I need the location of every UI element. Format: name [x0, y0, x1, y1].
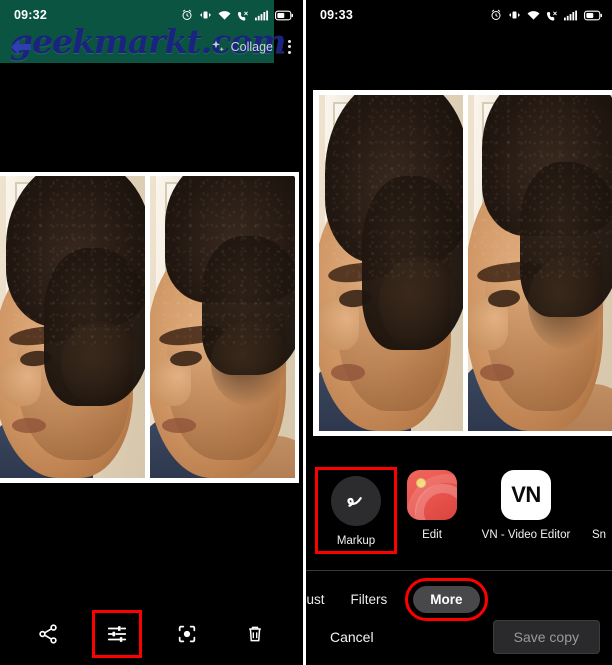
share-icon[interactable]: [28, 617, 68, 651]
screenshot-root: 09:32 Collage geekmarkt.com 09:33 Markup…: [0, 0, 612, 665]
collage-button[interactable]: Collage: [210, 39, 273, 55]
delete-icon[interactable]: [235, 617, 275, 651]
vibrate-icon: [200, 11, 211, 19]
left-bottom-toolbar: [0, 603, 303, 665]
google-lens-glyph: [178, 625, 195, 643]
battery-icon: [275, 10, 293, 20]
markup-glyph: [347, 497, 362, 507]
editor-action-row: Cancel Save copy: [306, 617, 612, 657]
app-label: Sn: [591, 529, 607, 541]
share-sheet-divider: [306, 570, 612, 571]
wifi-icon: [527, 10, 540, 20]
mode-more[interactable]: More: [405, 577, 488, 621]
share-sheet-app-row: Markup Edit VN VN - Video Editor Sn: [306, 467, 612, 564]
vn-app-icon: VN: [501, 470, 551, 520]
collage-grid: [0, 176, 295, 478]
app-label: VN - Video Editor: [481, 529, 571, 541]
editor-mode-row: djust Filters More: [306, 577, 612, 621]
mode-adjust[interactable]: djust: [306, 592, 325, 607]
share-app-partial[interactable]: Sn: [582, 470, 612, 541]
mute-call-icon: [237, 11, 248, 21]
battery-icon: [584, 10, 602, 20]
app-bar-right-group: Collage: [210, 39, 297, 55]
status-icon-group: [181, 9, 293, 21]
edit-icon[interactable]: [92, 610, 143, 658]
mute-call-icon: [546, 11, 557, 21]
share-app-markup[interactable]: Markup: [315, 467, 397, 554]
right-phone-panel: 09:33 Markup Edit VN VN - Video Editor S…: [306, 0, 612, 665]
left-status-bar: 09:32: [0, 0, 303, 30]
left-phone-panel: 09:32 Collage geekmarkt.com: [0, 0, 303, 665]
wifi-icon: [218, 10, 231, 20]
back-arrow-glyph: [11, 38, 31, 55]
mode-filters[interactable]: Filters: [351, 592, 388, 607]
left-app-bar: Collage: [0, 30, 303, 63]
left-photo-collage[interactable]: [0, 172, 299, 483]
sparkle-icon: [211, 39, 224, 51]
status-icon-group: [490, 9, 602, 21]
share-glyph: [39, 624, 57, 644]
collage-photo-1: [319, 95, 463, 431]
collage-photo-2: [468, 95, 612, 431]
signal-icon: [564, 10, 578, 20]
collage-grid: [319, 95, 612, 431]
edit-app-icon: [407, 470, 457, 520]
right-photo-collage[interactable]: [313, 90, 612, 436]
overflow-menu-icon[interactable]: [281, 39, 297, 54]
collage-photo-2: [150, 176, 295, 478]
app-label: Markup: [336, 535, 376, 547]
status-time: 09:32: [14, 8, 47, 22]
status-time: 09:33: [320, 8, 353, 22]
right-status-bar: 09:33: [306, 0, 612, 30]
share-app-edit[interactable]: Edit: [394, 470, 470, 541]
lens-icon[interactable]: [167, 617, 207, 651]
cut-off-app-icon: [582, 470, 612, 520]
alarm-icon: [182, 9, 192, 20]
collage-label: Collage: [230, 39, 273, 54]
save-copy-button[interactable]: Save copy: [492, 620, 600, 654]
alarm-icon: [491, 9, 501, 20]
vibrate-icon: [509, 11, 520, 19]
share-app-vn[interactable]: VN VN - Video Editor: [470, 470, 582, 541]
markup-squiggle-icon: [331, 476, 381, 526]
app-label: Edit: [422, 529, 442, 541]
app-bar-left-group: [8, 36, 34, 58]
back-arrow-icon[interactable]: [8, 36, 34, 58]
signal-icon: [255, 10, 269, 20]
collage-photo-1: [0, 176, 145, 478]
trash-glyph: [249, 626, 261, 642]
cancel-button[interactable]: Cancel: [330, 629, 374, 645]
tune-sliders-glyph: [108, 626, 127, 642]
